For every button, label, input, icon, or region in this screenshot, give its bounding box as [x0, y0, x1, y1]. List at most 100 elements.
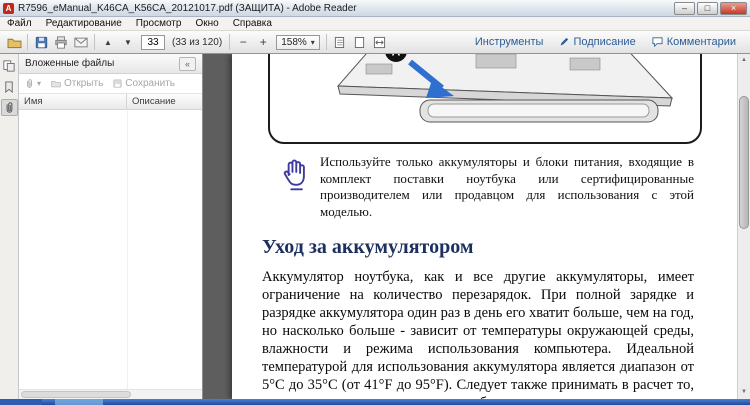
zoom-out-button[interactable]: −	[233, 33, 253, 51]
panel-horizontal-scrollbar[interactable]	[19, 389, 202, 399]
panel-scrollbar-thumb[interactable]	[21, 391, 131, 398]
paperclip-icon	[4, 101, 15, 114]
minimize-button[interactable]: –	[674, 1, 695, 15]
title-bar: A R7596_eManual_K46CA_K56CA_20121017.pdf…	[0, 0, 750, 17]
attachments-list[interactable]	[19, 111, 202, 389]
laptop-battery-illustration: A	[336, 54, 674, 123]
pdf-page: A Используйте только аккумуляторы и блок…	[232, 54, 737, 399]
open-attachment-label: Открыть	[64, 78, 104, 89]
document-viewer: A Используйте только аккумуляторы и блок…	[203, 54, 750, 399]
open-attachment-icon	[51, 79, 61, 88]
folder-open-icon	[7, 36, 22, 49]
save-disk-icon	[35, 36, 48, 49]
column-header-description[interactable]: Описание	[127, 94, 202, 109]
bookmarks-tab[interactable]	[1, 78, 18, 95]
email-button[interactable]	[71, 33, 91, 51]
chevron-down-icon: ▾	[310, 37, 315, 47]
section-heading: Уход за аккумулятором	[262, 236, 474, 258]
single-page-icon	[354, 36, 365, 49]
scroll-down-button[interactable]: ▼	[738, 386, 750, 399]
print-button[interactable]	[51, 33, 71, 51]
zoom-level-select[interactable]: 158% ▾	[276, 34, 320, 50]
menu-edit[interactable]: Редактирование	[39, 17, 129, 30]
attachments-panel: Вложенные файлы « ▾ Открыть Сохранить Им…	[19, 54, 203, 399]
bookmark-icon	[4, 80, 14, 93]
open-file-button[interactable]	[4, 33, 24, 51]
vertical-scrollbar[interactable]: ▲ ▼	[737, 54, 750, 399]
attachments-panel-toolbar: ▾ Открыть Сохранить	[19, 74, 202, 94]
comments-panel-button[interactable]: Комментарии	[652, 36, 736, 48]
speech-bubble-icon	[652, 37, 663, 47]
page-thumbnails-tab[interactable]	[1, 57, 18, 74]
page-count-label: (33 из 120)	[172, 36, 223, 48]
comments-panel-label: Комментарии	[666, 36, 736, 48]
adobe-reader-window: A R7596_eManual_K46CA_K56CA_20121017.pdf…	[0, 0, 750, 405]
zoom-in-button[interactable]: +	[253, 33, 273, 51]
menu-help[interactable]: Справка	[226, 17, 279, 30]
navigation-pane-strip	[0, 54, 19, 399]
tools-panel-button[interactable]: Инструменты	[475, 36, 544, 48]
collapse-panel-button[interactable]: «	[179, 56, 196, 71]
attachments-column-headers: Имя Описание	[19, 94, 202, 110]
zoom-level-value: 158%	[281, 36, 307, 48]
open-attachment-button[interactable]: Открыть	[51, 78, 103, 89]
taskbar-button-fragment	[55, 399, 103, 405]
save-attachment-label: Сохранить	[125, 78, 175, 89]
options-paperclip-icon	[25, 78, 34, 89]
attachments-tab[interactable]	[0, 99, 18, 116]
menu-view[interactable]: Просмотр	[129, 17, 189, 30]
warning-hand-icon	[278, 156, 312, 192]
chevron-down-icon: ▾	[37, 79, 42, 88]
scrollbar-thumb[interactable]	[739, 96, 749, 229]
menu-file[interactable]: Файл	[0, 17, 39, 30]
toolbar-separator	[94, 34, 95, 50]
toolbar-separator	[229, 34, 231, 50]
tools-panel-label: Инструменты	[474, 36, 544, 48]
attachments-panel-header: Вложенные файлы «	[19, 54, 202, 74]
callout-a-label: A	[392, 54, 401, 59]
zoom-in-icon: +	[259, 35, 267, 49]
envelope-icon	[74, 37, 88, 48]
content-area: Вложенные файлы « ▾ Открыть Сохранить Им…	[0, 54, 750, 399]
warning-note-text: Используйте только аккумуляторы и блоки …	[320, 154, 694, 219]
menu-window[interactable]: Окно	[188, 17, 225, 30]
column-header-name[interactable]: Имя	[19, 94, 127, 109]
attachments-panel-title: Вложенные файлы	[25, 58, 115, 69]
arrow-up-icon: ▲	[104, 37, 112, 47]
window-title: R7596_eManual_K46CA_K56CA_20121017.pdf (…	[18, 2, 357, 14]
close-button[interactable]: ×	[720, 1, 747, 15]
sign-panel-button[interactable]: Подписание	[559, 36, 636, 48]
page-number-input[interactable]	[141, 34, 165, 50]
toolbar-separator	[325, 34, 327, 50]
previous-page-button[interactable]: ▲	[98, 33, 118, 51]
attachment-options-button[interactable]: ▾	[25, 78, 41, 89]
main-toolbar: ▲ ▼ (33 из 120) − + 158% ▾	[0, 31, 750, 54]
save-attachment-icon	[113, 79, 122, 88]
next-page-button[interactable]: ▼	[118, 33, 138, 51]
toolbar-separator	[27, 34, 28, 50]
menu-bar: Файл Редактирование Просмотр Окно Справк…	[0, 17, 750, 31]
taskbar-start-area	[0, 399, 42, 405]
save-attachment-button[interactable]: Сохранить	[113, 78, 175, 89]
arrow-down-icon: ▼	[124, 37, 132, 47]
pen-icon	[559, 37, 569, 47]
column-divider	[127, 111, 128, 389]
fit-width-icon	[373, 36, 386, 49]
window-controls: – □ ×	[674, 1, 747, 15]
page-thumbnails-icon	[3, 59, 15, 72]
single-page-button[interactable]	[350, 33, 370, 51]
fit-width-button[interactable]	[370, 33, 390, 51]
battery-figure-box: A	[268, 54, 702, 144]
scrolling-page-icon	[334, 36, 345, 49]
windows-taskbar-edge	[0, 399, 750, 405]
section-body-text: Аккумулятор ноутбука, как и все другие а…	[262, 269, 694, 399]
scroll-up-button[interactable]: ▲	[738, 54, 750, 67]
adobe-reader-app-icon: A	[3, 2, 14, 14]
printer-icon	[54, 35, 68, 49]
sign-panel-label: Подписание	[573, 36, 636, 48]
zoom-out-icon: −	[239, 35, 247, 49]
save-button[interactable]	[31, 33, 51, 51]
scrolling-mode-button[interactable]	[330, 33, 350, 51]
maximize-button[interactable]: □	[697, 1, 718, 15]
toolbar-right-panels: Инструменты Подписание Комментарии	[475, 36, 746, 48]
